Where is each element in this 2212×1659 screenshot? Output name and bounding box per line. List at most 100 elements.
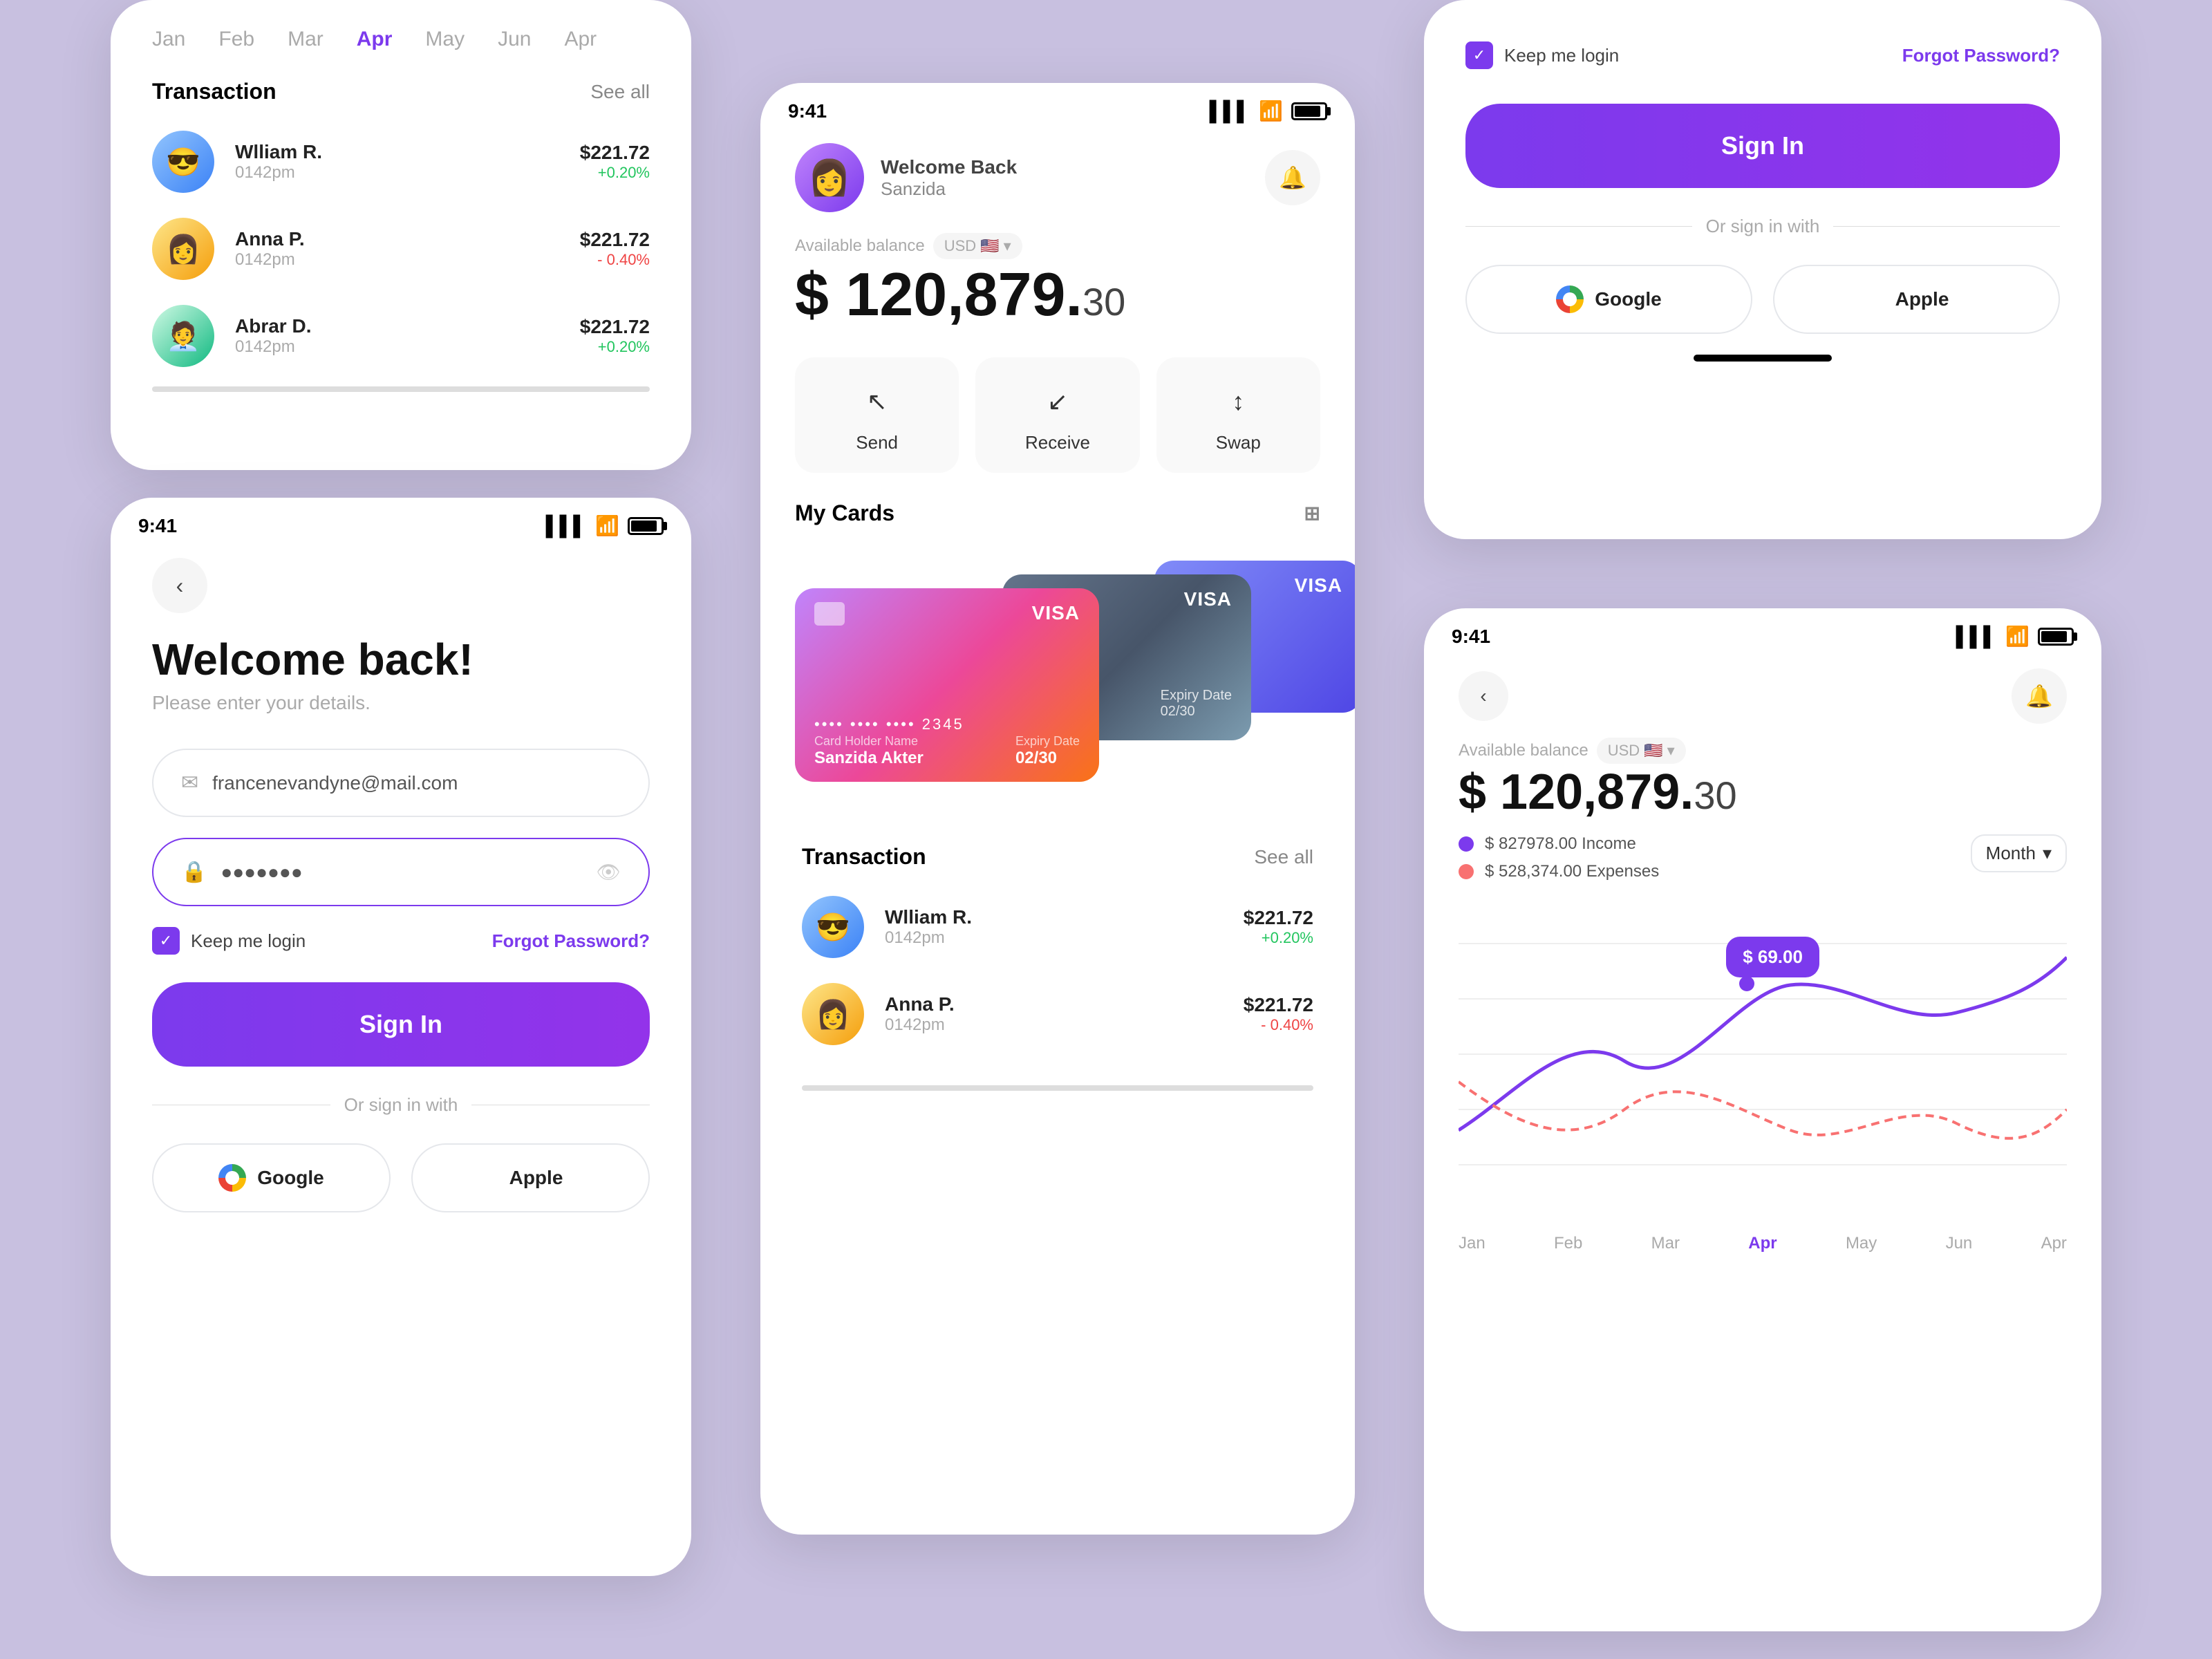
expense-legend: $ 528,374.00 Expenses [1459, 862, 1659, 881]
flag-icon: 🇺🇸 [980, 237, 999, 255]
avatar: 👩 [152, 218, 214, 280]
password-field[interactable]: 🔒 ●●●●●●● 👁 [152, 838, 650, 906]
see-all-link[interactable]: See all [1254, 846, 1313, 868]
month-apr-active[interactable]: Apr [1748, 1234, 1777, 1253]
card-1[interactable]: VISA •••• •••• •••• 2345 Card Holder Nam… [795, 588, 1099, 782]
avatar: 👩 [795, 143, 864, 212]
balance-amount: $ 120,879.30 [795, 259, 1320, 330]
or-text: Or sign in with [344, 1094, 458, 1116]
avatar: 👩 [802, 983, 864, 1045]
month-navigation: Jan Feb Mar Apr May Jun Apr [1424, 1227, 2101, 1260]
battery-icon [2038, 628, 2074, 646]
forgot-password-link[interactable]: Forgot Password? [1902, 45, 2060, 66]
swap-label: Swap [1216, 432, 1261, 453]
card-expiry-value: 02/30 [1015, 749, 1080, 768]
month-jun[interactable]: Jun [498, 28, 531, 51]
wifi-icon: 📶 [2005, 625, 2030, 648]
month-mar[interactable]: Mar [1651, 1234, 1680, 1253]
month-feb[interactable]: Feb [218, 28, 254, 51]
see-all-link[interactable]: See all [590, 81, 650, 103]
forgot-password-link[interactable]: Forgot Password? [492, 930, 650, 952]
bell-icon: 🔔 [2025, 683, 2053, 709]
month-jan[interactable]: Jan [152, 28, 185, 51]
wifi-icon: 📶 [1259, 100, 1283, 122]
user-info: 👩 Welcome Back Sanzida [795, 143, 1017, 212]
chart-card: 9:41 ▌▌▌ 📶 ‹ 🔔 Available balance USD 🇺🇸 … [1424, 608, 2101, 1631]
send-label: Send [856, 432, 898, 453]
cards-settings-icon[interactable]: ⊞ [1304, 502, 1320, 525]
table-row[interactable]: 😎 Wlliam R. 0142pm $221.72 +0.20% [760, 883, 1355, 971]
month-feb[interactable]: Feb [1554, 1234, 1582, 1253]
sign-in-button[interactable]: Sign In [152, 982, 650, 1067]
month-may[interactable]: May [425, 28, 465, 51]
wifi-icon: 📶 [595, 514, 619, 537]
checkbox-checked[interactable]: ✓ [1465, 41, 1493, 69]
chart-dot [1739, 976, 1754, 991]
or-text: Or sign in with [1706, 216, 1820, 237]
send-icon: ↖ [858, 382, 897, 421]
email-value: francenevandyne@mail.com [212, 772, 621, 794]
table-row[interactable]: 👩 Anna P. 0142pm $221.72 - 0.40% [760, 971, 1355, 1058]
google-button[interactable]: Google [1465, 265, 1752, 334]
signal-icon: ▌▌▌ [1956, 626, 1998, 648]
expense-label: $ 528,374.00 Expenses [1485, 862, 1659, 881]
user-name-block: Welcome Back Sanzida [881, 156, 1017, 200]
or-divider: Or sign in with [111, 1094, 691, 1116]
sign-in-button[interactable]: Sign In [1465, 104, 2060, 188]
receive-button[interactable]: ↙ Receive [975, 357, 1139, 473]
period-selector[interactable]: Month ▾ [1971, 834, 2067, 872]
eye-icon[interactable]: 👁 [596, 861, 621, 883]
month-apr2[interactable]: Apr [564, 28, 597, 51]
remember-me-label[interactable]: ✓ Keep me login [1465, 41, 1619, 69]
tx-change: +0.20% [580, 164, 650, 182]
swap-button[interactable]: ↕ Swap [1156, 357, 1320, 473]
back-button[interactable]: ‹ [152, 558, 207, 613]
greeting-text: Welcome Back [881, 156, 1017, 178]
table-row[interactable]: 😎 Wlliam R. 0142pm $221.72 +0.20% [111, 118, 691, 205]
tx-name: Abrar D. [235, 315, 559, 337]
tx-amount: $221.72 [1244, 907, 1313, 929]
tx-name: Anna P. [235, 228, 559, 250]
table-row[interactable]: 👩 Anna P. 0142pm $221.72 - 0.40% [111, 205, 691, 292]
card-holder-label: Card Holder Name [814, 734, 924, 749]
back-arrow-icon: ‹ [1480, 685, 1486, 707]
top-right-card: ✓ Keep me login Forgot Password? Sign In… [1424, 0, 2101, 539]
status-time: 9:41 [138, 515, 177, 537]
currency-selector[interactable]: USD 🇺🇸 ▾ [1597, 738, 1686, 764]
dashboard-card: 9:41 ▌▌▌ 📶 👩 Welcome Back Sanzida 🔔 Avai… [760, 83, 1355, 1535]
chart-svg [1459, 881, 2067, 1227]
month-apr-active[interactable]: Apr [357, 28, 393, 51]
notification-button[interactable]: 🔔 [2012, 668, 2067, 724]
battery-icon [628, 517, 664, 535]
currency-text: USD [1608, 742, 1640, 760]
google-label: Google [257, 1167, 324, 1189]
currency-selector[interactable]: USD 🇺🇸 ▾ [933, 233, 1022, 259]
month-navigation[interactable]: Jan Feb Mar Apr May Jun Apr [111, 0, 691, 65]
cards-header: My Cards ⊞ [795, 500, 1320, 526]
send-button[interactable]: ↖ Send [795, 357, 959, 473]
apple-button[interactable]: Apple [411, 1143, 650, 1212]
table-row[interactable]: 🧑‍💼 Abrar D. 0142pm $221.72 +0.20% [111, 292, 691, 379]
google-button[interactable]: Google [152, 1143, 391, 1212]
card-holder-block: Card Holder Name Sanzida Akter [814, 734, 924, 768]
apple-button[interactable]: Apple [1773, 265, 2060, 334]
tx-amount: $221.72 [580, 142, 650, 164]
apple-label: Apple [1895, 288, 1949, 310]
month-jan[interactable]: Jan [1459, 1234, 1485, 1253]
month-mar[interactable]: Mar [288, 28, 324, 51]
tx-time: 0142pm [235, 163, 559, 182]
remember-me-label[interactable]: ✓ Keep me login [152, 927, 306, 955]
home-indicator [1694, 355, 1832, 362]
month-may[interactable]: May [1846, 1234, 1877, 1253]
balance-amount: $ 120,879.30 [1459, 764, 2067, 821]
checkbox-checked[interactable]: ✓ [152, 927, 180, 955]
expiry-label: Expiry Date [1015, 734, 1080, 749]
email-field[interactable]: ✉ francenevandyne@mail.com [152, 749, 650, 817]
month-apr2[interactable]: Apr [2041, 1234, 2067, 1253]
notification-button[interactable]: 🔔 [1265, 150, 1320, 205]
back-button[interactable]: ‹ [1459, 671, 1508, 721]
remember-row: ✓ Keep me login Forgot Password? [1424, 0, 2101, 69]
month-jun[interactable]: Jun [1946, 1234, 1973, 1253]
currency-text: USD [944, 237, 976, 255]
chevron-down-icon: ▾ [1004, 237, 1011, 255]
